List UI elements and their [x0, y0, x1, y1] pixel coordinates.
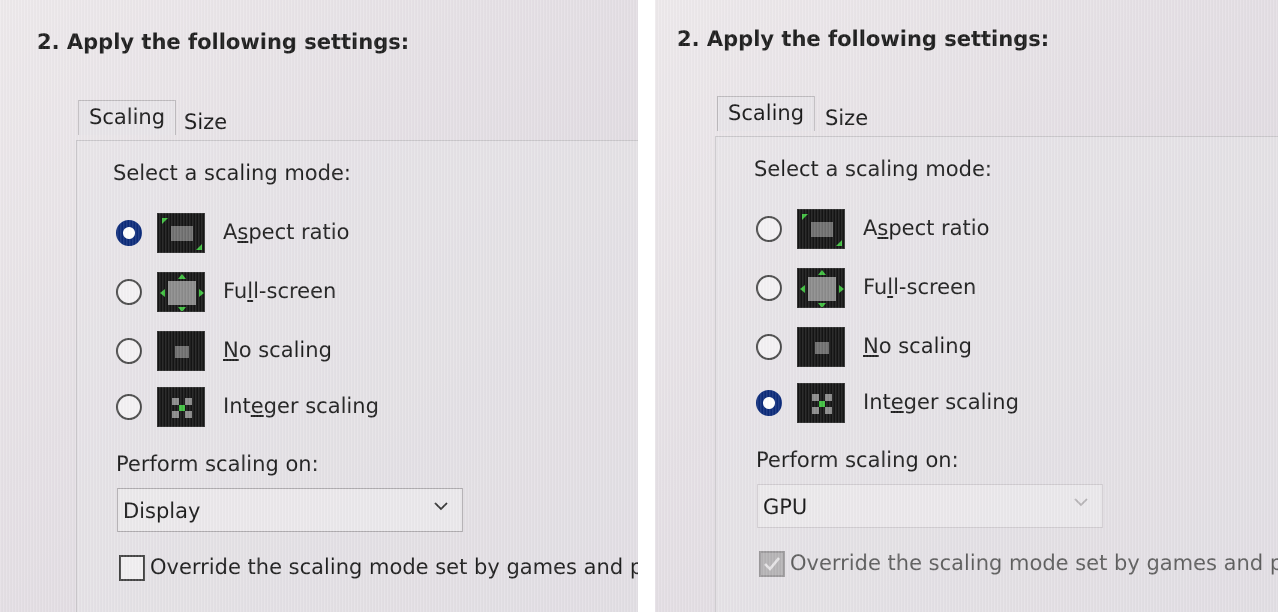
section-heading: 2. Apply the following settings:: [677, 27, 1050, 51]
label-text: pect ratio: [248, 220, 350, 244]
label-text: Fu: [863, 275, 888, 299]
label-text: A: [223, 220, 238, 244]
dropdown-value: GPU: [763, 495, 808, 519]
dropdown-value: Display: [123, 499, 201, 523]
full-screen-label[interactable]: Full-screen: [863, 275, 976, 299]
override-label[interactable]: Override the scaling mode set by games a…: [150, 555, 638, 579]
checkmark-icon: [764, 557, 781, 571]
full-screen-radio[interactable]: [116, 279, 142, 305]
select-mode-label: Select a scaling mode:: [113, 161, 351, 185]
no-scaling-label[interactable]: No scaling: [223, 338, 332, 362]
aspect-ratio-radio[interactable]: [116, 220, 142, 246]
full-screen-radio[interactable]: [756, 275, 782, 301]
label-text: ger scaling: [263, 394, 379, 418]
tab-size[interactable]: Size: [825, 106, 868, 130]
section-heading: 2. Apply the following settings:: [37, 30, 410, 54]
label-text: Fu: [223, 279, 248, 303]
no-scaling-label[interactable]: No scaling: [863, 334, 972, 358]
tab-size[interactable]: Size: [184, 110, 227, 134]
label-text: ger scaling: [903, 390, 1019, 414]
integer-scaling-label[interactable]: Integer scaling: [863, 390, 1019, 414]
perform-scaling-label: Perform scaling on:: [756, 448, 959, 472]
access-key: N: [863, 334, 879, 358]
chevron-down-icon: [434, 502, 448, 511]
left-settings-panel: 2. Apply the following settings: Scaling…: [0, 0, 638, 612]
access-key: e: [250, 394, 264, 418]
label-text: l-screen: [253, 279, 337, 303]
aspect-ratio-label[interactable]: Aspect ratio: [223, 220, 349, 244]
tab-scaling[interactable]: Scaling: [717, 96, 816, 131]
label-text: Int: [863, 390, 891, 414]
label-text: pect ratio: [888, 216, 990, 240]
access-key: s: [877, 216, 889, 240]
tab-content: [76, 140, 638, 612]
integer-scaling-icon: [797, 383, 845, 423]
aspect-ratio-icon: [157, 213, 205, 253]
perform-scaling-label: Perform scaling on:: [116, 452, 319, 476]
no-scaling-icon: [157, 331, 205, 371]
no-scaling-radio[interactable]: [756, 334, 782, 360]
label-text: l-screen: [893, 275, 977, 299]
tab-scaling[interactable]: Scaling: [78, 100, 177, 135]
label-text: A: [863, 216, 878, 240]
label-text: o scaling: [238, 338, 332, 362]
full-screen-icon: [157, 272, 205, 312]
perform-scaling-dropdown[interactable]: Display: [117, 488, 463, 532]
tab-content: [715, 136, 1278, 612]
no-scaling-radio[interactable]: [116, 338, 142, 364]
integer-scaling-radio[interactable]: [116, 394, 142, 420]
integer-scaling-radio[interactable]: [756, 390, 782, 416]
integer-scaling-icon: [157, 387, 205, 427]
override-label[interactable]: Override the scaling mode set by games a…: [790, 551, 1278, 575]
label-text: Int: [223, 394, 251, 418]
select-mode-label: Select a scaling mode:: [754, 157, 992, 181]
aspect-ratio-label[interactable]: Aspect ratio: [863, 216, 989, 240]
label-text: o scaling: [878, 334, 972, 358]
right-settings-panel: 2. Apply the following settings: Scaling…: [655, 0, 1278, 612]
full-screen-label[interactable]: Full-screen: [223, 279, 336, 303]
access-key: s: [237, 220, 249, 244]
integer-scaling-label[interactable]: Integer scaling: [223, 394, 379, 418]
override-checkbox[interactable]: [759, 551, 785, 577]
access-key: e: [890, 390, 904, 414]
access-key: N: [223, 338, 239, 362]
full-screen-icon: [797, 268, 845, 308]
aspect-ratio-icon: [797, 209, 845, 249]
override-checkbox[interactable]: [119, 555, 145, 581]
no-scaling-icon: [797, 327, 845, 367]
perform-scaling-dropdown[interactable]: GPU: [757, 484, 1103, 528]
aspect-ratio-radio[interactable]: [756, 216, 782, 242]
chevron-down-icon: [1074, 498, 1088, 507]
